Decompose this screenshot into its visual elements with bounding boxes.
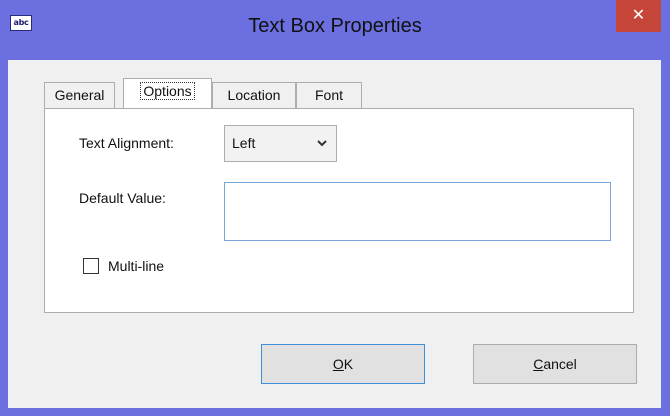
window-title: Text Box Properties <box>248 15 422 37</box>
close-icon: ✕ <box>631 7 646 24</box>
ok-button[interactable]: OK <box>261 344 425 384</box>
tab-options[interactable]: Options <box>123 78 212 108</box>
tab-options-label: Options <box>140 82 195 100</box>
tab-general-label: General <box>54 87 105 103</box>
text-alignment-label: Text Alignment: <box>79 135 174 151</box>
text-alignment-select[interactable]: Left <box>224 125 337 162</box>
ok-mnemonic: O <box>332 356 344 372</box>
multiline-checkbox[interactable] <box>83 258 99 274</box>
chevron-down-icon <box>316 133 328 156</box>
default-value-input[interactable] <box>224 182 611 241</box>
cancel-button[interactable]: Cancel <box>473 344 637 384</box>
dialog-window: abc Text Box Properties ✕ General Option… <box>0 0 670 416</box>
ok-label-rest: K <box>343 356 354 372</box>
tab-location-label: Location <box>227 87 281 103</box>
tab-font[interactable]: Font <box>296 82 362 108</box>
multiline-label[interactable]: Multi-line <box>108 258 164 274</box>
cancel-mnemonic: C <box>533 356 544 372</box>
cancel-label-rest: ancel <box>543 356 577 372</box>
tab-font-label: Font <box>314 87 343 103</box>
default-value-label: Default Value: <box>79 190 166 206</box>
tab-general[interactable]: General <box>44 82 115 108</box>
close-button[interactable]: ✕ <box>616 0 661 32</box>
text-alignment-value: Left <box>232 135 256 151</box>
dialog-body: General Options Location Font Text Align… <box>8 60 661 408</box>
title-bar[interactable]: abc Text Box Properties ✕ <box>0 0 670 60</box>
tab-location[interactable]: Location <box>212 82 296 108</box>
